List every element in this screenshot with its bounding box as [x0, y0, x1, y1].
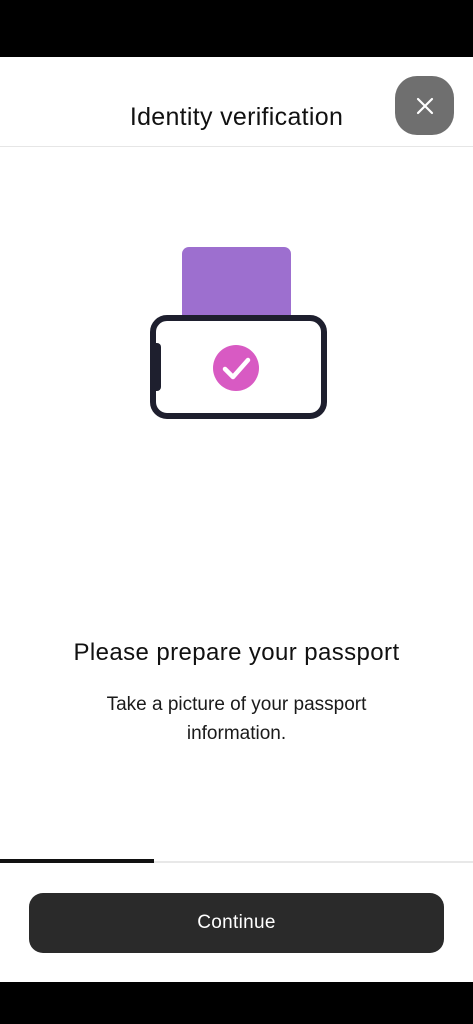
screen: Identity verification Please prepare you…	[0, 0, 473, 1024]
close-icon	[416, 97, 433, 114]
passport-scan-illustration	[145, 245, 329, 421]
continue-label: Continue	[197, 912, 276, 933]
headline: Please prepare your passport	[73, 639, 400, 666]
close-button[interactable]	[395, 76, 454, 135]
progress-fill	[0, 859, 154, 863]
status-bar	[0, 0, 473, 57]
phone-notch	[152, 343, 161, 391]
continue-button[interactable]: Continue	[29, 893, 444, 953]
app-content: Identity verification Please prepare you…	[0, 57, 473, 982]
system-nav-bar	[0, 982, 473, 1024]
progress-bar	[0, 859, 473, 863]
check-badge	[213, 345, 259, 391]
instruction-text: Take a picture of your passport informat…	[106, 694, 367, 744]
passport-scan-check-icon	[150, 247, 327, 419]
header: Identity verification	[0, 57, 473, 147]
